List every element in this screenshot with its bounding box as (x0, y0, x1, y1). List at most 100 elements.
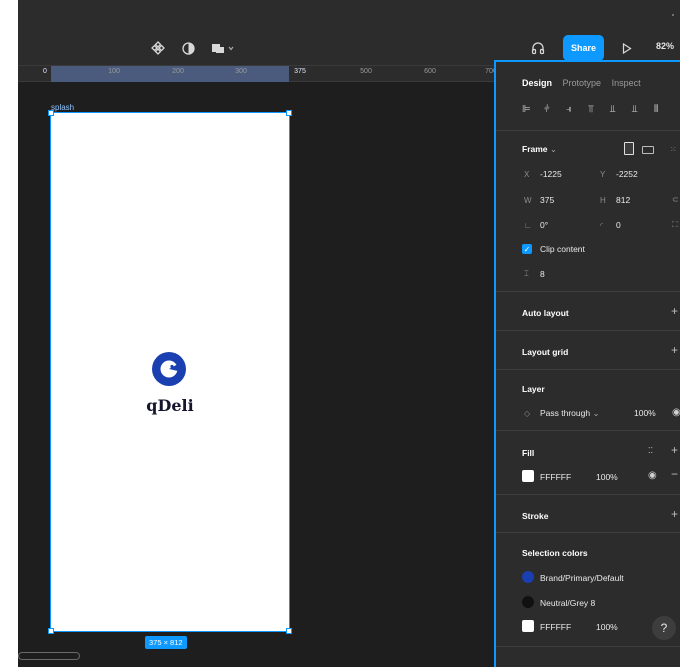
alignment-toolbar: ⊫ ⫩ ⫣ ⫪ ⫫ ⫫ ⫴ (522, 104, 680, 118)
resize-handle-bottom-right[interactable] (286, 628, 292, 634)
ruler-tick: 0 (43, 68, 47, 75)
divider (496, 330, 680, 331)
fill-visibility-icon[interactable]: ◉ (648, 470, 657, 481)
fill-title: Fill (522, 448, 535, 458)
ruler-selection-highlight (51, 66, 289, 82)
neutral-grey-swatch[interactable] (522, 596, 534, 608)
resize-handle-top-right[interactable] (286, 110, 292, 116)
ruler-tick: 500 (360, 68, 372, 75)
headphones-icon[interactable] (530, 39, 546, 57)
selection-color-name[interactable]: Brand/Primary/Default (540, 573, 624, 583)
divider (496, 291, 680, 292)
stroke-title: Stroke (522, 511, 549, 521)
blend-mode-icon: ◇ (524, 409, 531, 418)
auto-layout-title: Auto layout (522, 308, 569, 318)
divider (496, 430, 680, 431)
spacing-icon: ⌶ (524, 269, 529, 278)
resize-handle-bottom-left[interactable] (48, 628, 54, 634)
tab-design[interactable]: Design (522, 78, 552, 88)
add-stroke-icon[interactable]: + (671, 507, 678, 521)
align-bottom-icon[interactable]: ⫫ (632, 104, 638, 115)
selection-color-name[interactable]: Neutral/Grey 8 (540, 598, 595, 608)
dimension-badge: 375 × 812 (145, 636, 187, 649)
width-label: W (524, 196, 532, 205)
corner-radius-input[interactable]: 0 (616, 220, 621, 230)
share-button[interactable]: Share (563, 35, 604, 61)
frame-name-label[interactable]: splash (51, 103, 74, 112)
layer-title: Layer (522, 384, 545, 394)
constrain-proportions-icon[interactable]: ⊂ (672, 195, 679, 204)
fill-color-swatch[interactable] (522, 470, 534, 482)
y-label: Y (600, 170, 606, 179)
remove-fill-icon[interactable]: − (671, 467, 678, 481)
figma-window: Share 82% 0 100 200 300 375 500 600 700 … (0, 0, 680, 667)
align-horizontal-center-icon[interactable]: ⫩ (544, 104, 550, 115)
divider (496, 369, 680, 370)
resize-to-fit-icon[interactable]: ⁙ (670, 145, 677, 154)
menu-dot-icon[interactable] (672, 14, 674, 16)
add-auto-layout-icon[interactable]: + (671, 304, 678, 318)
layer-opacity-input[interactable]: 100% (634, 408, 656, 418)
play-icon[interactable] (620, 39, 634, 57)
align-vertical-center-icon[interactable]: ⫫ (610, 104, 616, 115)
blend-mode-select[interactable]: Pass through ⌄ (540, 408, 600, 419)
ruler-tick: 300 (235, 68, 247, 75)
landscape-orientation-icon[interactable] (642, 146, 654, 154)
x-label: X (524, 170, 530, 179)
title-strip (18, 0, 680, 30)
panel-tabs: Design Prototype Inspect (522, 78, 649, 88)
horizontal-scrollbar[interactable] (18, 652, 80, 660)
design-panel: Design Prototype Inspect ⊫ ⫩ ⫣ ⫪ ⫫ ⫫ ⫴ F… (494, 60, 680, 667)
height-label: H (600, 196, 606, 205)
zoom-level[interactable]: 82% (656, 41, 674, 51)
align-left-icon[interactable]: ⊫ (522, 104, 531, 115)
selection-colors-title: Selection colors (522, 548, 588, 558)
independent-corners-icon[interactable]: ⛶ (672, 220, 678, 230)
clip-content-label: Clip content (540, 244, 585, 254)
resize-handle-top-left[interactable] (48, 110, 54, 116)
selection-color-hex[interactable]: FFFFFF (540, 622, 571, 632)
ruler-tick: 100 (108, 68, 120, 75)
height-input[interactable]: 812 (616, 195, 630, 205)
portrait-orientation-icon[interactable] (624, 142, 634, 155)
align-top-icon[interactable]: ⫪ (588, 104, 594, 115)
white-swatch[interactable] (522, 620, 534, 632)
align-right-icon[interactable]: ⫣ (566, 104, 572, 115)
brand-primary-swatch[interactable] (522, 571, 534, 583)
rotation-icon: ∟ (524, 221, 532, 230)
component-icon[interactable] (150, 39, 166, 57)
qdeli-logo-icon (152, 352, 186, 386)
ruler-tick: 375 (294, 68, 306, 75)
divider (496, 646, 680, 647)
divider (496, 130, 680, 131)
help-button[interactable]: ? (652, 616, 676, 640)
fill-hex-input[interactable]: FFFFFF (540, 472, 571, 482)
divider (496, 532, 680, 533)
y-input[interactable]: -2252 (616, 169, 638, 179)
left-edge (0, 0, 18, 667)
width-input[interactable]: 375 (540, 195, 554, 205)
distribute-icon[interactable]: ⫴ (654, 104, 658, 115)
spacing-input[interactable]: 8 (540, 269, 545, 279)
contrast-icon[interactable] (180, 39, 196, 57)
brand-name: qDeli (146, 396, 194, 415)
x-input[interactable]: -1225 (540, 169, 562, 179)
layer-visibility-icon[interactable]: ◉ (672, 407, 680, 418)
horizontal-ruler: 0 100 200 300 375 500 600 700 (18, 66, 497, 82)
add-fill-icon[interactable]: + (671, 443, 678, 457)
divider (496, 494, 680, 495)
clip-content-checkbox[interactable]: ✓ (522, 244, 532, 254)
add-layout-grid-icon[interactable]: + (671, 343, 678, 357)
canvas[interactable]: splash qDeli 375 × 812 (18, 82, 505, 667)
frame-section-title[interactable]: Frame ⌄ (522, 144, 557, 155)
splash-frame[interactable]: qDeli (50, 112, 290, 632)
tab-prototype[interactable]: Prototype (563, 78, 602, 88)
fill-opacity-input[interactable]: 100% (596, 472, 618, 482)
multiplayer-icon[interactable] (210, 39, 240, 57)
ruler-tick: 600 (424, 68, 436, 75)
tab-inspect[interactable]: Inspect (612, 78, 641, 88)
selection-color-opacity[interactable]: 100% (596, 622, 618, 632)
layout-grid-title: Layout grid (522, 347, 569, 357)
fill-styles-icon[interactable]: ⁚⁚ (648, 446, 653, 455)
rotation-input[interactable]: 0° (540, 220, 548, 230)
